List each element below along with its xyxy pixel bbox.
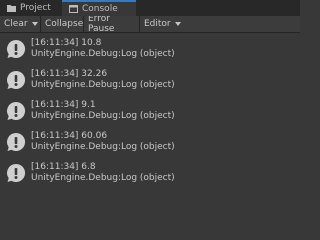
tab-console[interactable]: Console <box>62 0 136 16</box>
log-line-source: UnityEngine.Debug:Log (object) <box>31 142 175 152</box>
log-message: [16:11:34] 6.8 UnityEngine.Debug:Log (ob… <box>31 162 175 184</box>
tab-project-label: Project <box>20 3 51 13</box>
log-line-source: UnityEngine.Debug:Log (object) <box>31 173 175 183</box>
log-entry[interactable]: [16:11:34] 9.1 UnityEngine.Debug:Log (ob… <box>0 97 300 125</box>
log-line-source: UnityEngine.Debug:Log (object) <box>31 111 175 121</box>
log-entry[interactable]: [16:11:34] 32.26 UnityEngine.Debug:Log (… <box>0 66 300 94</box>
info-bubble-icon <box>4 130 28 154</box>
log-line-source: UnityEngine.Debug:Log (object) <box>31 80 175 90</box>
log-line-value: [16:11:34] 32.26 <box>31 69 108 79</box>
error-pause-label: Error Pause <box>88 14 115 34</box>
console-window: Project Console Clear Collapse Error Pau… <box>0 0 300 200</box>
tab-bar: Project Console <box>0 0 300 16</box>
log-message: [16:11:34] 10.8 UnityEngine.Debug:Log (o… <box>31 38 175 60</box>
info-bubble-icon <box>4 37 28 61</box>
log-line-value: [16:11:34] 6.8 <box>31 162 96 172</box>
chevron-down-icon <box>174 22 181 26</box>
log-line-value: [16:11:34] 60.06 <box>31 131 108 141</box>
collapse-toggle[interactable]: Collapse <box>41 16 83 33</box>
log-line-source: UnityEngine.Debug:Log (object) <box>31 49 175 59</box>
log-message: [16:11:34] 60.06 UnityEngine.Debug:Log (… <box>31 131 175 153</box>
clear-dropdown-button[interactable]: Clear <box>0 16 40 33</box>
clear-label: Clear <box>4 19 28 29</box>
collapse-label: Collapse <box>45 19 84 29</box>
console-toolbar: Clear Collapse Error Pause Editor <box>0 14 300 34</box>
chevron-down-icon <box>31 22 38 26</box>
info-bubble-icon <box>4 68 28 92</box>
log-line-value: [16:11:34] 9.1 <box>31 100 96 110</box>
log-entry[interactable]: [16:11:34] 10.8 UnityEngine.Debug:Log (o… <box>0 35 300 63</box>
tab-console-label: Console <box>82 4 118 14</box>
editor-label: Editor <box>144 19 171 29</box>
tab-project[interactable]: Project <box>0 0 62 16</box>
log-line-value: [16:11:34] 10.8 <box>31 38 102 48</box>
console-icon <box>69 5 78 13</box>
info-bubble-icon <box>4 99 28 123</box>
error-pause-toggle[interactable]: Error Pause <box>84 14 139 34</box>
log-entry[interactable]: [16:11:34] 60.06 UnityEngine.Debug:Log (… <box>0 128 300 156</box>
folder-icon <box>7 4 16 12</box>
log-list[interactable]: [16:11:34] 10.8 UnityEngine.Debug:Log (o… <box>0 33 300 200</box>
info-bubble-icon <box>4 161 28 185</box>
log-message: [16:11:34] 9.1 UnityEngine.Debug:Log (ob… <box>31 100 175 122</box>
log-message: [16:11:34] 32.26 UnityEngine.Debug:Log (… <box>31 69 175 91</box>
editor-dropdown-button[interactable]: Editor <box>140 16 181 33</box>
log-entry[interactable]: [16:11:34] 6.8 UnityEngine.Debug:Log (ob… <box>0 159 300 187</box>
